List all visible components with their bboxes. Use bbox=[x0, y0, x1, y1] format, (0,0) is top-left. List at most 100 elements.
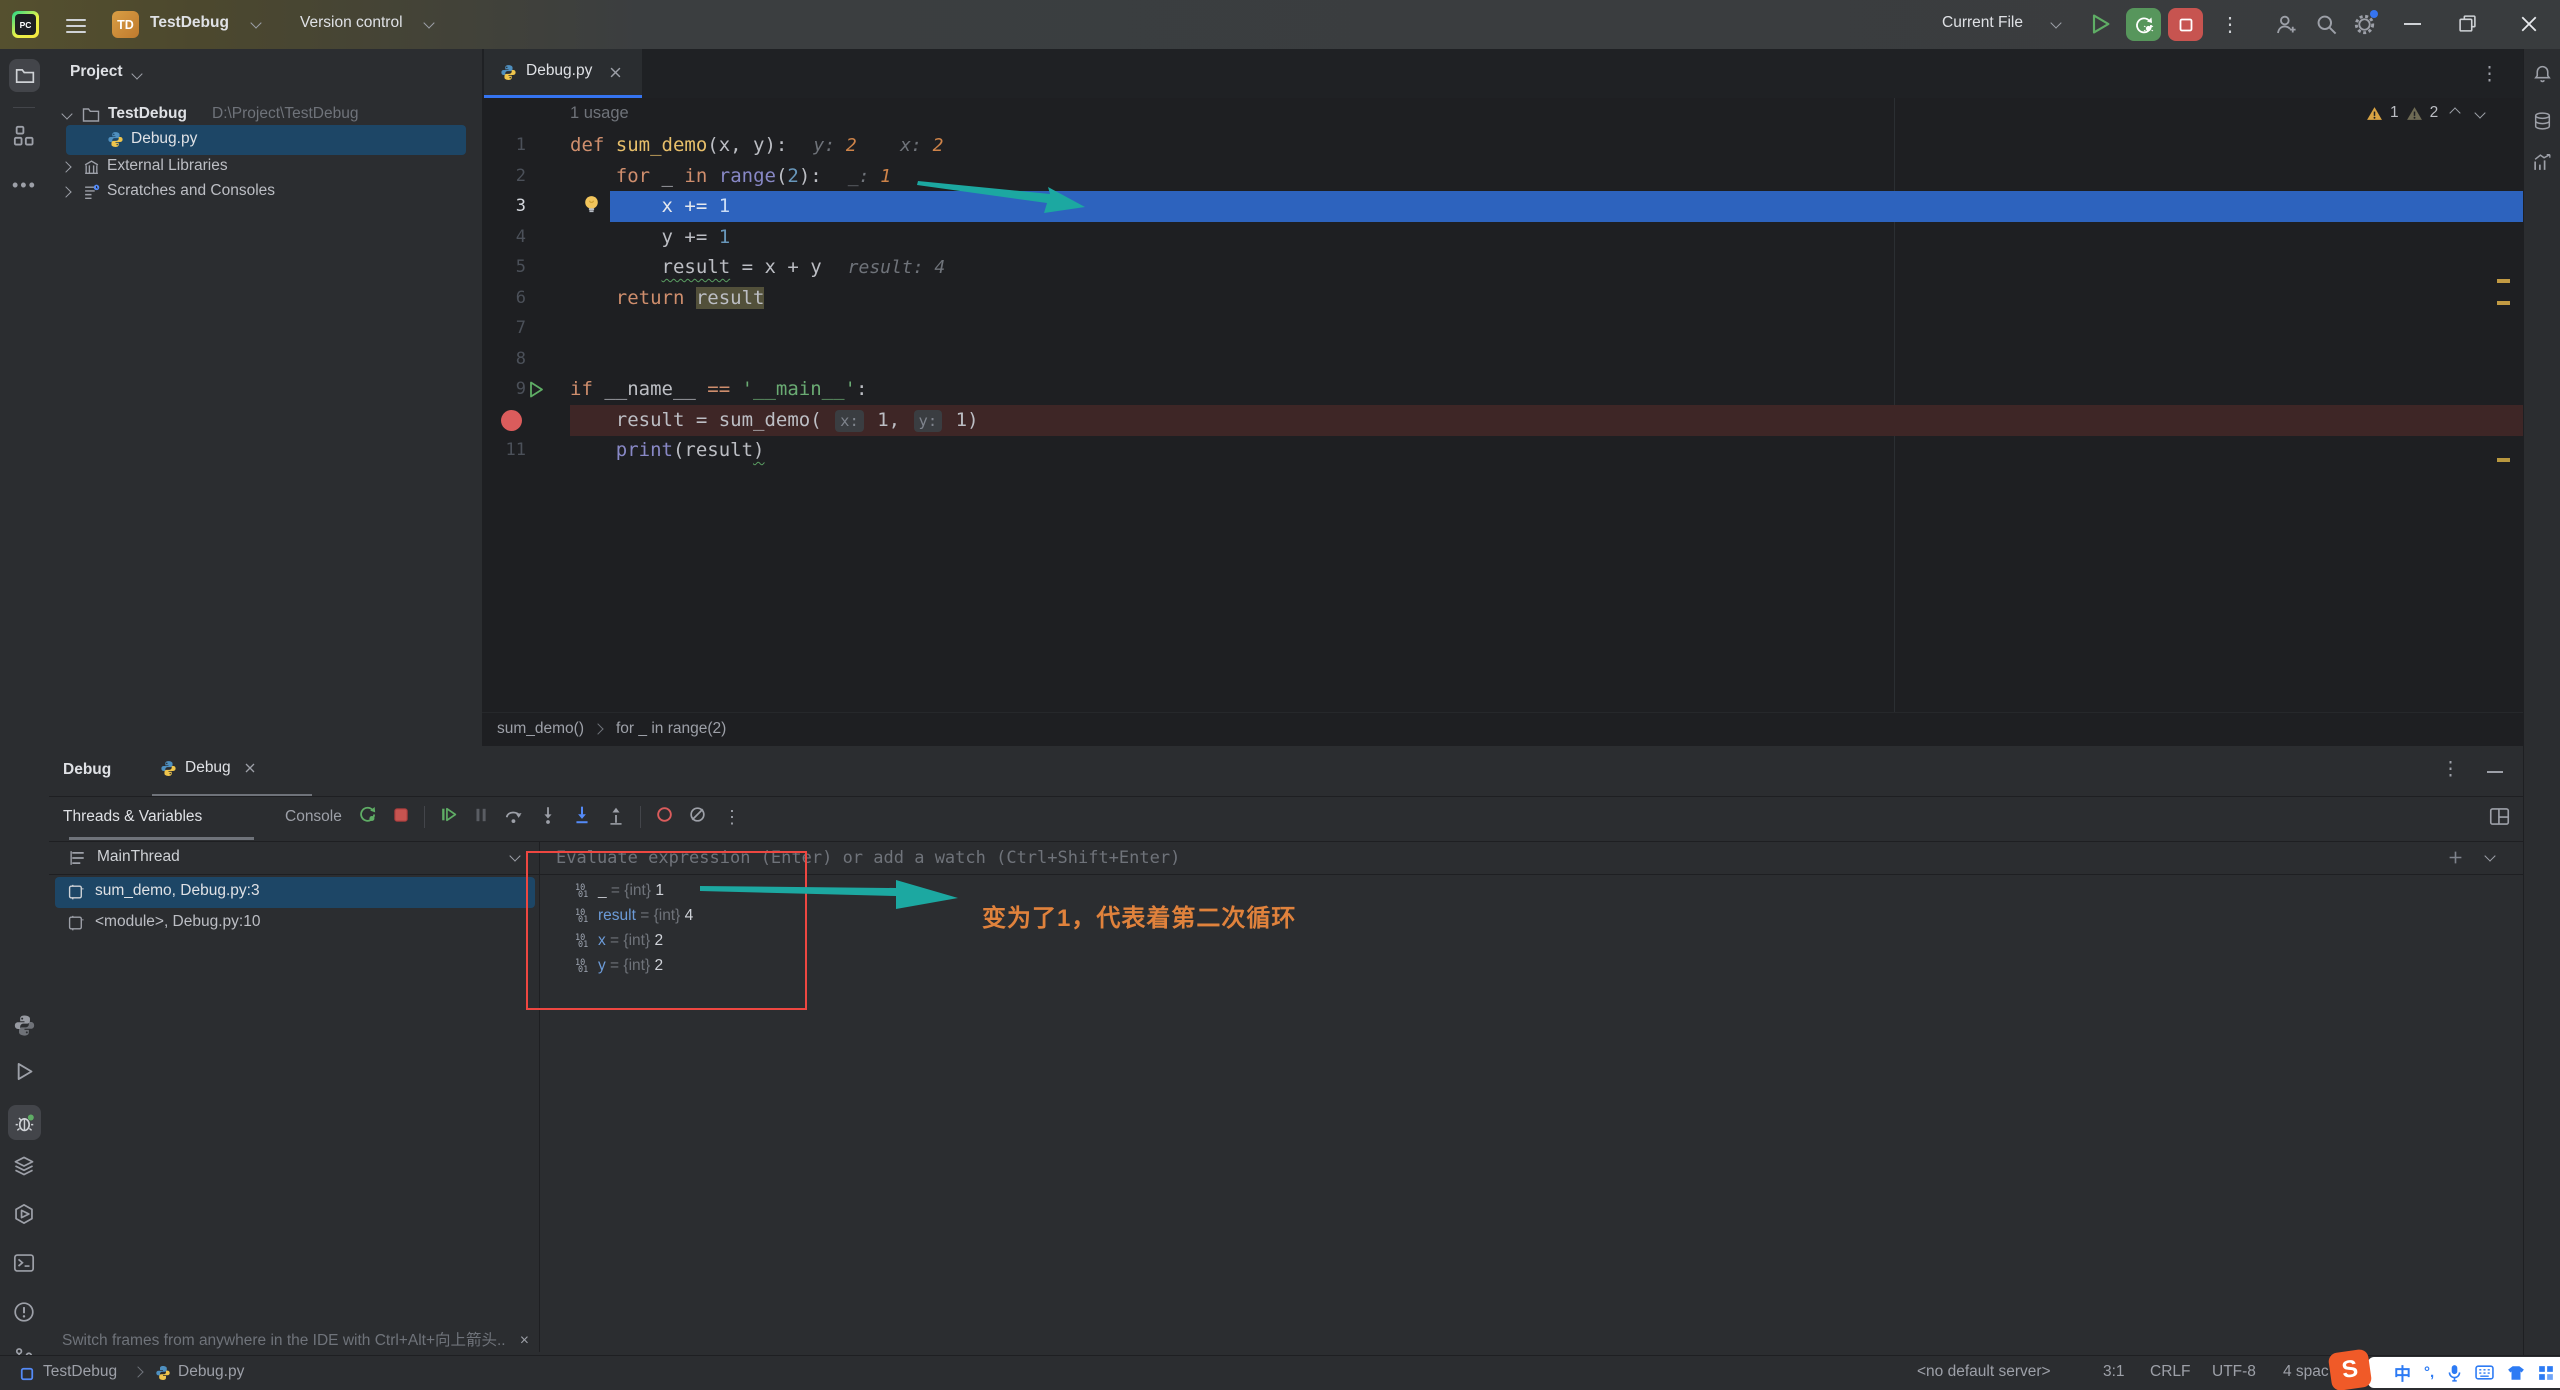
status-caret-position[interactable]: 3:1 bbox=[2103, 1363, 2125, 1381]
status-file[interactable]: Debug.py bbox=[178, 1363, 244, 1381]
project-selector[interactable]: TestDebug bbox=[150, 14, 229, 32]
ime-skin-icon[interactable] bbox=[2507, 1365, 2525, 1381]
run-configuration-selector[interactable]: Current File bbox=[1942, 14, 2023, 32]
ime-punctuation-icon[interactable]: °, bbox=[2424, 1364, 2434, 1381]
stripe-warning-mark[interactable] bbox=[2497, 458, 2510, 462]
sogou-logo-icon[interactable]: S bbox=[2327, 1348, 2373, 1390]
database-icon[interactable] bbox=[2532, 111, 2553, 137]
usages-hint[interactable]: 1 usage bbox=[570, 104, 629, 123]
line-number[interactable]: 6 bbox=[482, 283, 526, 314]
ime-chinese-mode-icon[interactable]: 中 bbox=[2394, 1360, 2411, 1385]
rerun-icon[interactable] bbox=[357, 804, 378, 830]
code-line-11[interactable]: 11 print(result) bbox=[482, 435, 2523, 466]
ime-mic-icon[interactable] bbox=[2447, 1364, 2462, 1382]
hide-panel-button[interactable] bbox=[2487, 771, 2503, 773]
line-number[interactable]: 2 bbox=[482, 161, 526, 192]
debug-toolwindow-button[interactable] bbox=[8, 1105, 41, 1140]
more-toolwindows-button[interactable]: ••• bbox=[12, 175, 37, 196]
inspections-widget[interactable]: 1 2 bbox=[2366, 104, 2486, 122]
structure-toolwindow-button[interactable] bbox=[13, 125, 35, 152]
status-server[interactable]: <no default server> bbox=[1917, 1363, 2051, 1381]
breakpoint-icon[interactable] bbox=[501, 409, 522, 431]
mute-breakpoints-icon[interactable] bbox=[688, 805, 707, 829]
pause-icon[interactable] bbox=[472, 806, 490, 829]
code-line-5[interactable]: 5 result = x + y result: 4 bbox=[482, 252, 2523, 283]
tab-options-icon[interactable]: ⋮ bbox=[2480, 63, 2499, 86]
project-panel-title[interactable]: Project bbox=[70, 63, 123, 81]
prev-problem-icon[interactable] bbox=[2449, 107, 2461, 119]
line-number[interactable]: 9 bbox=[482, 374, 526, 405]
close-hint-icon[interactable]: × bbox=[520, 1332, 529, 1349]
more-options-icon[interactable]: ⋮ bbox=[2441, 758, 2460, 781]
code-line-1[interactable]: 1 def sum_demo(x, y): y: 2 x: 2 bbox=[482, 130, 2523, 161]
terminal-toolwindow-button[interactable] bbox=[13, 1252, 35, 1279]
code-line-6[interactable]: 6 return result bbox=[482, 283, 2523, 314]
status-indent[interactable]: 4 spac bbox=[2283, 1363, 2329, 1381]
run-toolwindow-button[interactable] bbox=[14, 1061, 35, 1087]
more-icon[interactable]: ⋮ bbox=[723, 807, 741, 828]
code-line-4[interactable]: 4 y += 1 bbox=[482, 222, 2523, 253]
status-line-separator[interactable]: CRLF bbox=[2150, 1363, 2190, 1381]
window-minimize-button[interactable] bbox=[2404, 23, 2421, 25]
tree-item-external-libraries[interactable]: External Libraries bbox=[49, 153, 482, 181]
run-gutter-icon[interactable] bbox=[529, 381, 544, 403]
line-number[interactable]: 5 bbox=[482, 252, 526, 283]
add-watch-icon[interactable] bbox=[2448, 850, 2463, 865]
code-line-9[interactable]: 9 if __name__ == '__main__': bbox=[482, 374, 2523, 405]
plots-chart-icon[interactable] bbox=[2532, 152, 2553, 178]
step-into-my-code-icon[interactable] bbox=[572, 805, 592, 830]
tab-console[interactable]: Console bbox=[285, 808, 342, 826]
run-button[interactable] bbox=[2088, 12, 2112, 41]
layout-settings-icon[interactable] bbox=[2489, 806, 2510, 832]
notifications-bell-icon[interactable] bbox=[2532, 64, 2553, 90]
step-into-icon[interactable] bbox=[538, 805, 558, 830]
chevron-down-icon[interactable] bbox=[2484, 850, 2496, 862]
more-actions-button[interactable]: ⋮ bbox=[2220, 12, 2240, 37]
code-line-8[interactable]: 8 bbox=[482, 344, 2523, 375]
intention-bulb-icon[interactable] bbox=[581, 194, 602, 221]
main-menu-button[interactable] bbox=[66, 15, 86, 37]
window-close-button[interactable] bbox=[2520, 15, 2538, 38]
stripe-warning-mark[interactable] bbox=[2497, 279, 2510, 283]
status-project[interactable]: TestDebug bbox=[43, 1363, 117, 1381]
ime-keyboard-icon[interactable] bbox=[2475, 1365, 2494, 1380]
frame-row[interactable]: <module>, Debug.py:10 bbox=[55, 908, 535, 939]
settings-gear-icon[interactable] bbox=[2352, 10, 2378, 42]
line-number[interactable]: 11 bbox=[482, 435, 526, 466]
stripe-warning-mark[interactable] bbox=[2497, 301, 2510, 305]
editor-tab-debug-py[interactable]: Debug.py bbox=[484, 49, 642, 98]
line-number[interactable]: 3 bbox=[482, 191, 526, 222]
line-number[interactable]: 7 bbox=[482, 313, 526, 344]
ime-toolbox-icon[interactable] bbox=[2538, 1365, 2554, 1381]
code-line-7[interactable]: 7 bbox=[482, 313, 2523, 344]
search-icon[interactable] bbox=[2314, 12, 2339, 42]
rerun-debug-button[interactable] bbox=[2126, 8, 2161, 41]
tree-item-scratches[interactable]: Scratches and Consoles bbox=[49, 178, 482, 206]
line-number[interactable]: 4 bbox=[482, 222, 526, 253]
thread-selector[interactable]: MainThread bbox=[49, 842, 539, 874]
line-number[interactable]: 8 bbox=[482, 344, 526, 375]
next-problem-icon[interactable] bbox=[2474, 107, 2486, 119]
step-out-icon[interactable] bbox=[606, 805, 626, 830]
code-editor[interactable]: 1 usage 1 def sum_demo(x, y): y: 2 x: 2 2 f… bbox=[482, 98, 2523, 712]
evaluate-expression-input[interactable]: Evaluate expression (Enter) or add a wat… bbox=[540, 842, 2523, 874]
view-breakpoints-icon[interactable] bbox=[655, 805, 674, 829]
code-with-me-icon[interactable] bbox=[2274, 12, 2299, 42]
breadcrumb-function[interactable]: sum_demo() bbox=[497, 720, 584, 738]
tree-item-file-selected[interactable]: Debug.py bbox=[66, 125, 466, 155]
code-line-2[interactable]: 2 for _ in range(2): _: 1 bbox=[482, 161, 2523, 192]
services-layers-icon[interactable] bbox=[13, 1155, 35, 1182]
code-line-3[interactable]: 3 x += 1 bbox=[482, 191, 2523, 222]
code-line-10[interactable]: result = sum_demo( x: 1, y: 1) bbox=[482, 404, 2523, 436]
tab-threads-variables[interactable]: Threads & Variables bbox=[63, 808, 202, 826]
stop-icon[interactable] bbox=[392, 806, 410, 829]
services-toolwindow-button[interactable] bbox=[13, 1203, 35, 1230]
step-over-icon[interactable] bbox=[504, 805, 524, 830]
stop-button[interactable] bbox=[2168, 8, 2203, 41]
close-icon[interactable] bbox=[245, 763, 255, 773]
status-encoding[interactable]: UTF-8 bbox=[2212, 1363, 2256, 1381]
breadcrumb-loop[interactable]: for _ in range(2) bbox=[616, 720, 726, 738]
debug-session-tab[interactable]: Debug bbox=[152, 751, 322, 797]
project-badge[interactable]: TD bbox=[112, 11, 139, 38]
problems-toolwindow-button[interactable] bbox=[13, 1301, 35, 1328]
